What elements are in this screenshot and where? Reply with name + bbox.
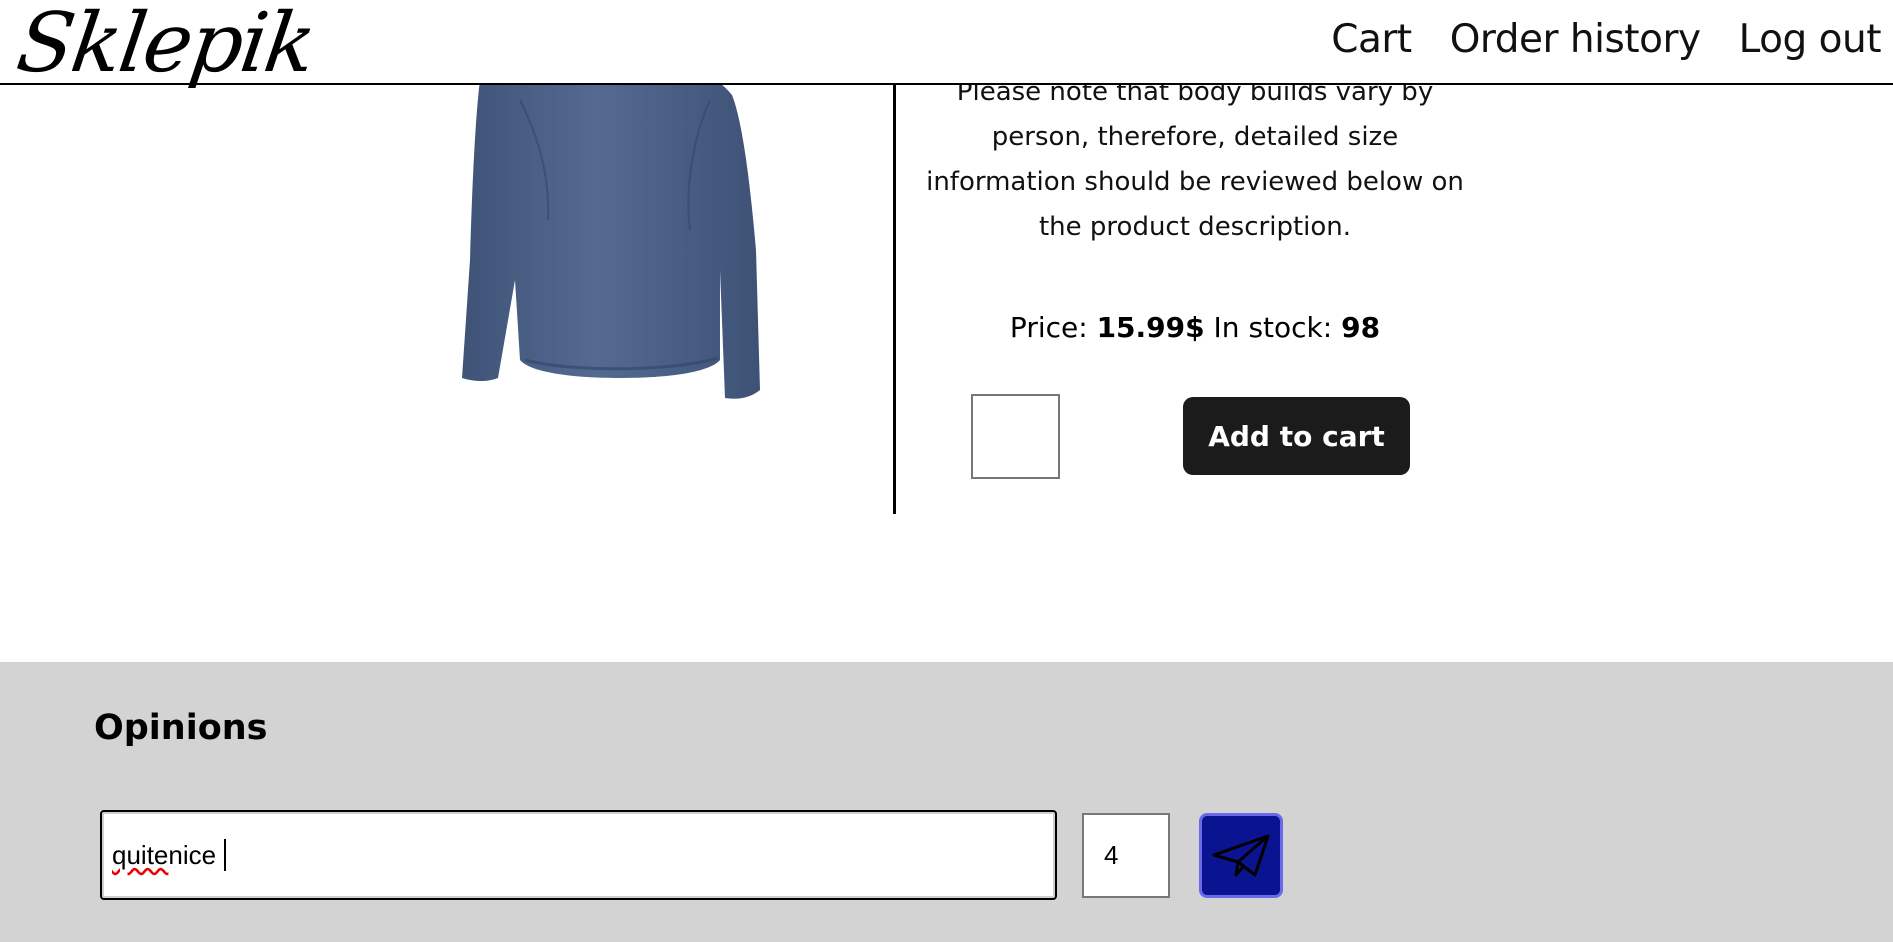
rating-input[interactable]: 4 <box>1082 813 1170 898</box>
header: Sklepik Cart Order history Log out <box>0 0 1893 91</box>
quantity-input[interactable] <box>971 394 1060 479</box>
nav-order-history[interactable]: Order history <box>1450 14 1701 66</box>
price-label: Price: <box>1009 311 1088 344</box>
opinion-text-input[interactable]: quite nice <box>100 810 1057 900</box>
nav: Cart Order history Log out <box>1331 14 1881 66</box>
misspelled-word: quite <box>112 839 169 870</box>
opinions-section: Opinions quite nice 4 <box>0 662 1893 942</box>
product-description: Please note that body builds vary by per… <box>905 70 1485 250</box>
input-text-rest: nice <box>168 839 217 870</box>
nav-cart[interactable]: Cart <box>1331 14 1412 66</box>
description-line: the product description. <box>1038 212 1352 242</box>
description-line: person, therefore, detailed size <box>991 122 1399 152</box>
paper-plane-icon <box>1212 834 1270 876</box>
opinions-title: Opinions <box>94 708 268 748</box>
text-caret <box>224 839 227 871</box>
product-image <box>462 71 760 399</box>
send-opinion-button[interactable] <box>1199 813 1283 898</box>
price-stock-line: Price: 15.99$ In stock: 98 <box>905 307 1485 349</box>
stock-label: In stock: <box>1213 311 1333 344</box>
vertical-divider <box>893 84 896 514</box>
logo[interactable]: Sklepik <box>11 0 320 94</box>
description-line: information should be reviewed below on <box>926 167 1464 197</box>
price-value: 15.99$ <box>1096 311 1205 344</box>
stock-value: 98 <box>1341 311 1381 344</box>
add-to-cart-button[interactable]: Add to cart <box>1183 397 1410 475</box>
nav-logout[interactable]: Log out <box>1739 14 1882 66</box>
